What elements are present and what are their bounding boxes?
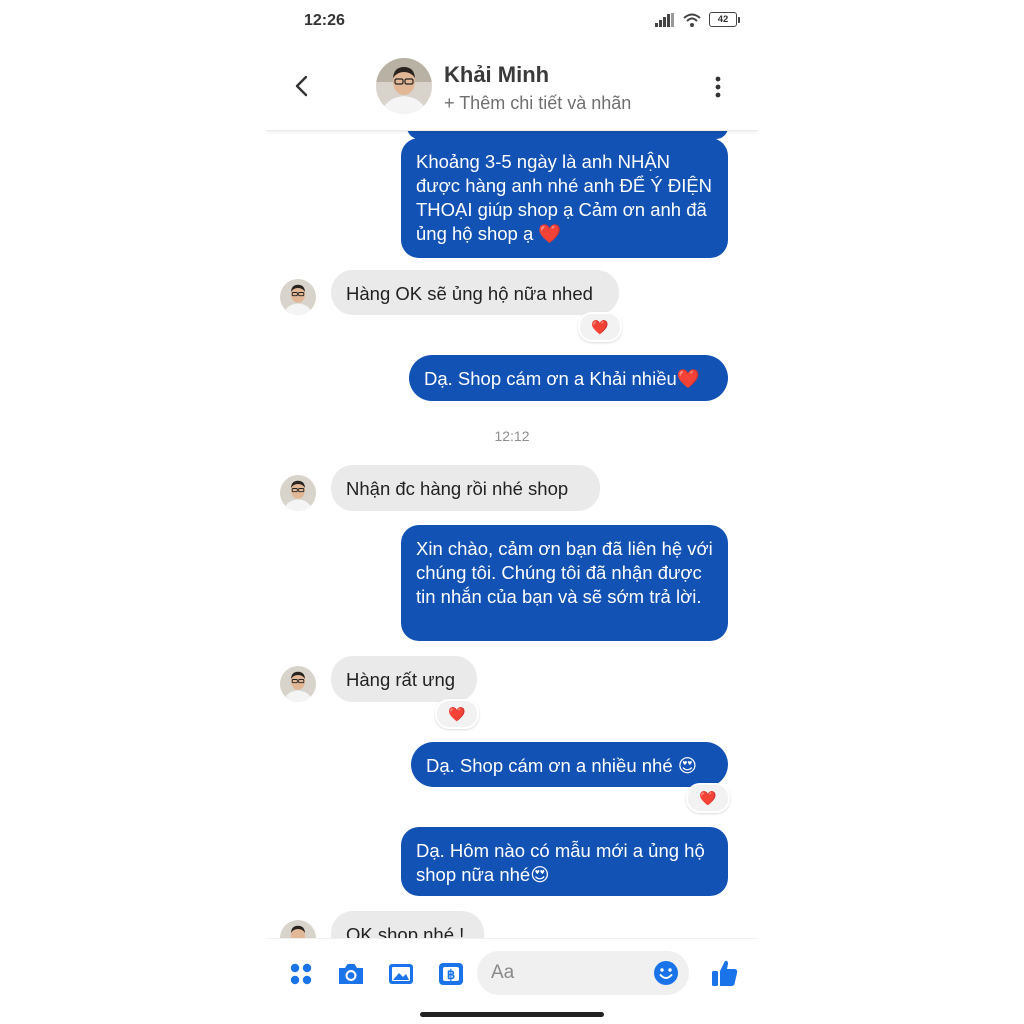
messenger-screen: 12:26 42 Khải Minh + Thêm chi tiết và nh…	[266, 0, 758, 1024]
reaction-emoji: ❤️	[448, 705, 466, 722]
message-bubble-incoming[interactable]: Nhận đc hàng rồi nhé shop	[331, 465, 600, 511]
message-text: Xin chào, cảm ơn bạn đã liên hệ với chún…	[416, 538, 713, 607]
message-text: Hàng rất ưng	[346, 669, 456, 690]
more-options-icon[interactable]	[708, 74, 728, 100]
message-text: Dạ. Shop cám ơn a Khải nhiều❤️	[424, 368, 700, 389]
add-details-link[interactable]: + Thêm chi tiết và nhãn	[444, 93, 631, 114]
status-icons: 42	[655, 12, 740, 27]
message-bubble-incoming[interactable]: Hàng OK sẽ ủng hộ nữa nhed	[331, 270, 619, 315]
message-input-placeholder: Aa	[491, 962, 515, 983]
like-icon[interactable]	[710, 957, 740, 989]
battery-icon: 42	[709, 12, 740, 27]
message-text: Dạ. Hôm nào có mẫu mới a ủng hộ shop nữa…	[416, 840, 705, 885]
message-bubble-outgoing[interactable]: Xin chào, cảm ơn bạn đã liên hệ với chún…	[401, 525, 728, 641]
sender-avatar	[280, 279, 316, 315]
message-input[interactable]: Aa	[477, 951, 689, 995]
message-bubble-outgoing[interactable]: Dạ. Hôm nào có mẫu mới a ủng hộ shop nữa…	[401, 827, 728, 896]
sender-avatar	[280, 666, 316, 702]
message-text: Khoảng 3-5 ngày là anh NHẬN được hàng an…	[416, 151, 713, 244]
message-bubble-outgoing[interactable]: Khoảng 3-5 ngày là anh NHẬN được hàng an…	[401, 138, 728, 258]
menu-grid-icon[interactable]	[286, 959, 316, 989]
message-text: Dạ. Shop cám ơn a nhiều nhé 😍	[426, 755, 698, 776]
message-list[interactable]: Khoảng 3-5 ngày là anh NHẬN được hàng an…	[266, 131, 758, 939]
gallery-icon[interactable]	[386, 959, 416, 989]
emoji-icon[interactable]	[653, 960, 679, 986]
message-bubble-incoming[interactable]: OK shop nhé !	[331, 911, 484, 939]
reaction-emoji: ❤️	[591, 318, 609, 335]
payment-icon[interactable]: ฿	[436, 959, 466, 989]
contact-avatar[interactable]	[376, 58, 432, 114]
camera-icon[interactable]	[336, 959, 366, 989]
message-text: OK shop nhé !	[346, 924, 465, 939]
reaction-emoji: ❤️	[699, 789, 717, 806]
signal-icon	[655, 12, 674, 27]
message-text: Nhận đc hàng rồi nhé shop	[346, 478, 569, 499]
heart-reaction[interactable]: ❤️	[578, 312, 622, 342]
heart-reaction[interactable]: ❤️	[435, 699, 479, 729]
svg-text:฿: ฿	[447, 967, 455, 982]
message-bubble-outgoing[interactable]: Dạ. Shop cám ơn a nhiều nhé 😍	[411, 742, 728, 787]
contact-name[interactable]: Khải Minh	[444, 62, 549, 88]
message-text: Hàng OK sẽ ủng hộ nữa nhed	[346, 283, 593, 304]
chat-header: Khải Minh + Thêm chi tiết và nhãn	[266, 44, 758, 131]
home-indicator	[420, 1012, 604, 1017]
status-bar: 12:26 42	[266, 0, 758, 44]
sender-avatar	[280, 475, 316, 511]
back-arrow-icon[interactable]	[288, 70, 316, 102]
message-bubble-outgoing[interactable]: Dạ. Shop cám ơn a Khải nhiều❤️	[409, 355, 728, 401]
composer-bar: ฿ Aa	[266, 938, 758, 1009]
heart-reaction[interactable]: ❤️	[686, 783, 730, 813]
battery-level: 42	[709, 12, 737, 27]
message-bubble-incoming[interactable]: Hàng rất ưng	[331, 656, 477, 702]
wifi-icon	[683, 13, 701, 27]
status-time: 12:26	[304, 12, 345, 29]
sender-avatar	[280, 920, 316, 939]
message-timestamp: 12:12	[494, 428, 530, 444]
